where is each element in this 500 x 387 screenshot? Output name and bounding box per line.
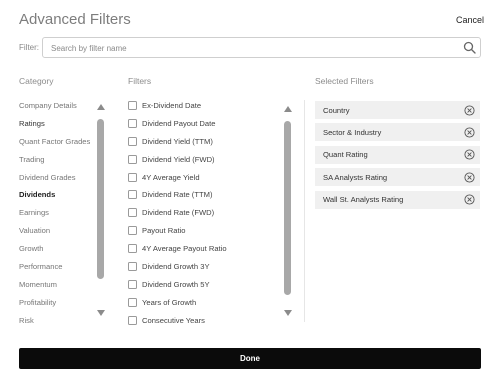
- cancel-button[interactable]: Cancel: [456, 15, 484, 25]
- category-item-growth[interactable]: Growth: [19, 244, 97, 262]
- selected-filter-chip-country: Country: [315, 101, 480, 119]
- selected-filter-label: SA Analysts Rating: [323, 172, 388, 182]
- filter-item-label: 4Y Average Yield: [142, 172, 200, 182]
- filter-item-label: Dividend Rate (TTM): [142, 190, 213, 200]
- selected-filter-label: Quant Rating: [323, 150, 368, 160]
- filter-item-label: 4Y Average Payout Ratio: [142, 244, 227, 254]
- checkbox[interactable]: [128, 315, 137, 325]
- category-scrollbar-thumb[interactable]: [97, 119, 104, 279]
- circle-x-icon[interactable]: [464, 172, 475, 183]
- filter-item-label: Dividend Rate (FWD): [142, 208, 215, 218]
- filter-item-dividend-growth-3y[interactable]: Dividend Growth 3Y: [128, 261, 278, 279]
- checkbox[interactable]: [128, 262, 137, 272]
- filters-list: Ex-Dividend Date Dividend Payout Date Di…: [128, 100, 278, 326]
- filter-item-label: Dividend Growth 5Y: [142, 279, 210, 289]
- checkbox[interactable]: [128, 101, 137, 110]
- checkbox[interactable]: [128, 172, 137, 182]
- triangle-down-icon[interactable]: [284, 310, 292, 316]
- category-item-ratings[interactable]: Ratings: [19, 119, 97, 137]
- filter-item-years-of-growth[interactable]: Years of Growth: [128, 297, 278, 315]
- column-divider: [304, 100, 305, 322]
- checkbox[interactable]: [128, 297, 137, 307]
- filter-item-payout-ratio[interactable]: Payout Ratio: [128, 225, 278, 243]
- search-input[interactable]: [43, 39, 443, 58]
- category-item-risk[interactable]: Risk: [19, 316, 97, 334]
- circle-x-icon[interactable]: [464, 149, 475, 160]
- selected-filter-chip-wall-st-analysts-rating: Wall St. Analysts Rating: [315, 190, 480, 209]
- filters-scrollbar[interactable]: [284, 106, 292, 318]
- filter-item-dividend-rate-fwd[interactable]: Dividend Rate (FWD): [128, 207, 278, 225]
- checkbox[interactable]: [128, 208, 137, 218]
- filter-item-label: Payout Ratio: [142, 226, 186, 236]
- search-icon[interactable]: [463, 41, 476, 54]
- category-item-dividend-grades[interactable]: Dividend Grades: [19, 173, 97, 191]
- category-item-earnings[interactable]: Earnings: [19, 208, 97, 226]
- category-item-dividends[interactable]: Dividends: [19, 190, 97, 208]
- selected-filter-label: Country: [323, 105, 350, 115]
- triangle-up-icon[interactable]: [284, 106, 292, 112]
- category-list: Company Details Ratings Quant Factor Gra…: [19, 101, 97, 334]
- circle-x-icon[interactable]: [464, 104, 475, 116]
- selected-filter-chip-quant-rating: Quant Rating: [315, 145, 480, 164]
- checkbox[interactable]: [128, 226, 137, 236]
- search-box: [42, 37, 481, 58]
- filter-item-label: Dividend Yield (TTM): [142, 136, 213, 146]
- filters-scrollbar-thumb[interactable]: [284, 121, 291, 295]
- triangle-down-icon[interactable]: [97, 310, 105, 316]
- selected-filter-label: Wall St. Analysts Rating: [323, 195, 404, 205]
- filter-item-dividend-growth-5y[interactable]: Dividend Growth 5Y: [128, 279, 278, 297]
- filter-item-ex-dividend-date[interactable]: Ex-Dividend Date: [128, 100, 278, 118]
- category-item-valuation[interactable]: Valuation: [19, 226, 97, 244]
- filter-item-label: Dividend Payout Date: [142, 118, 216, 128]
- filter-item-dividend-payout-date[interactable]: Dividend Payout Date: [128, 118, 278, 136]
- category-item-trading[interactable]: Trading: [19, 155, 97, 173]
- checkbox[interactable]: [128, 244, 137, 254]
- category-item-quant-factor-grades[interactable]: Quant Factor Grades: [19, 137, 97, 155]
- filters-column-heading: Filters: [128, 76, 152, 86]
- category-column-heading: Category: [19, 76, 54, 86]
- circle-x-icon[interactable]: [464, 127, 475, 138]
- dialog-title: Advanced Filters: [19, 11, 131, 28]
- checkbox[interactable]: [128, 190, 137, 200]
- filter-item-4y-average-payout-ratio[interactable]: 4Y Average Payout Ratio: [128, 243, 278, 261]
- selected-filter-chip-sa-analysts-rating: SA Analysts Rating: [315, 168, 480, 187]
- done-button[interactable]: Done: [19, 348, 481, 369]
- category-item-momentum[interactable]: Momentum: [19, 280, 97, 298]
- filter-item-4y-average-yield[interactable]: 4Y Average Yield: [128, 172, 278, 190]
- filter-item-dividend-yield-fwd[interactable]: Dividend Yield (FWD): [128, 154, 278, 172]
- selected-filters-column-heading: Selected Filters: [315, 76, 374, 86]
- checkbox[interactable]: [128, 154, 137, 164]
- filter-item-label: Consecutive Years: [142, 315, 205, 325]
- filter-item-label: Years of Growth: [142, 297, 197, 307]
- category-item-profitability[interactable]: Profitability: [19, 298, 97, 316]
- category-item-company-details[interactable]: Company Details: [19, 101, 97, 119]
- filter-item-dividend-rate-ttm[interactable]: Dividend Rate (TTM): [128, 189, 278, 207]
- circle-x-icon[interactable]: [464, 194, 475, 205]
- checkbox[interactable]: [128, 118, 137, 128]
- triangle-up-icon[interactable]: [97, 104, 105, 110]
- category-item-performance[interactable]: Performance: [19, 262, 97, 280]
- checkbox[interactable]: [128, 279, 137, 289]
- filter-item-consecutive-years[interactable]: Consecutive Years: [128, 315, 278, 326]
- filter-item-label: Dividend Growth 3Y: [142, 262, 210, 272]
- filter-item-label: Ex-Dividend Date: [142, 101, 202, 110]
- filter-item-label: Dividend Yield (FWD): [142, 154, 215, 164]
- category-scrollbar[interactable]: [97, 104, 105, 319]
- filter-search-label: Filter:: [19, 43, 39, 52]
- filter-item-dividend-yield-ttm[interactable]: Dividend Yield (TTM): [128, 136, 278, 154]
- checkbox[interactable]: [128, 136, 137, 146]
- selected-filter-label: Sector & Industry: [323, 127, 382, 137]
- selected-filter-chip-sector-industry: Sector & Industry: [315, 123, 480, 142]
- selected-filters-list: Country Sector & Industry Quant Rating S…: [315, 101, 480, 213]
